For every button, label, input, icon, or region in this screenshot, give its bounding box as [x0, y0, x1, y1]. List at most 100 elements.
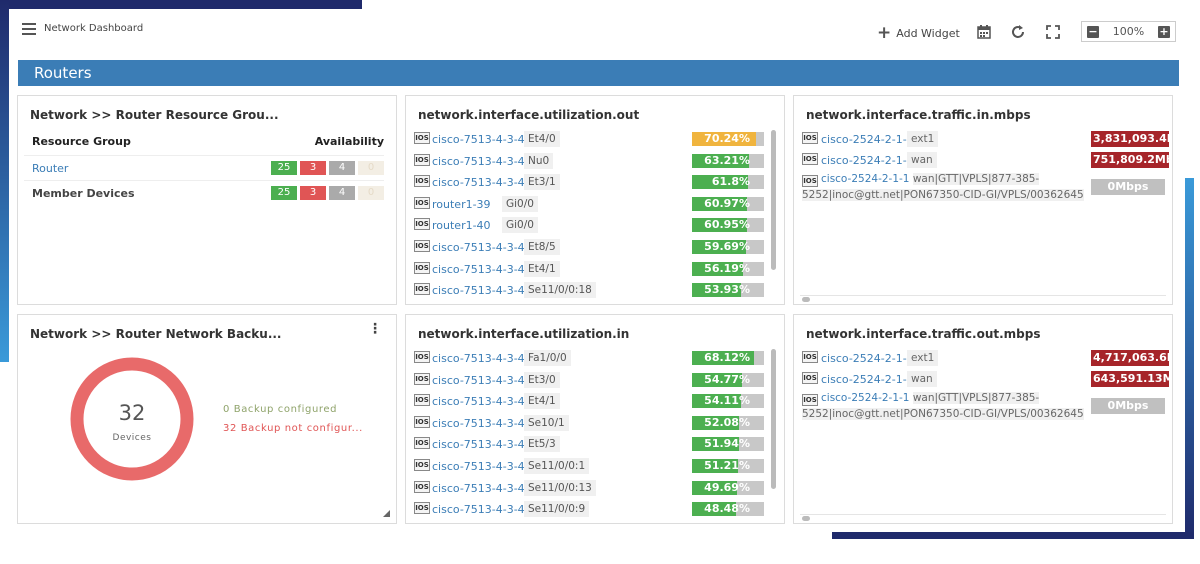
vertical-scrollbar[interactable]: [771, 130, 776, 270]
count-unknown-badge[interactable]: 4: [329, 161, 355, 175]
resource-group-link[interactable]: Router: [32, 162, 68, 175]
device-link[interactable]: cisco-2524-2-1-1: [821, 352, 914, 365]
device-link[interactable]: cisco-7513-4-3-4: [432, 155, 525, 168]
horizontal-scrollbar[interactable]: [800, 295, 1166, 302]
utilization-value: 53.93%: [704, 283, 750, 297]
widget-title: network.interface.traffic.out.mbps: [806, 327, 1041, 341]
device-link[interactable]: router1-40: [432, 219, 491, 232]
device-link[interactable]: cisco-7513-4-3-4: [432, 417, 525, 430]
count-other-badge[interactable]: 0: [358, 161, 384, 175]
add-widget-button[interactable]: + Add Widget: [877, 23, 960, 43]
widget-menu-icon[interactable]: ⋮: [368, 321, 382, 337]
device-link[interactable]: router1-39: [432, 198, 491, 211]
interface-name: Se11/0/0:9: [524, 501, 590, 518]
interface-name: wan: [907, 152, 937, 168]
device-link[interactable]: cisco-2524-2-1-1: [821, 154, 914, 167]
utilization-value: 59.69%: [704, 240, 750, 253]
count-up-badge[interactable]: 25: [271, 161, 297, 175]
ios-device-icon: IOS: [414, 196, 430, 209]
widget-resource-group: Network >> Router Resource Grou... Resou…: [17, 95, 397, 305]
traffic-value: 0Mbps: [1091, 398, 1165, 414]
fullscreen-icon[interactable]: [1045, 24, 1061, 40]
traffic-value: 3,831,093.4Mbps: [1091, 131, 1169, 147]
hamburger-menu-icon[interactable]: [22, 23, 36, 35]
section-title: Routers: [34, 64, 92, 82]
resize-handle[interactable]: [383, 510, 390, 517]
device-link[interactable]: cisco-7513-4-3-4: [432, 133, 525, 146]
interface-row: IOScisco-2524-2-1-1ext1 4,717,063.6Mbps: [802, 348, 1169, 368]
device-link[interactable]: cisco-2524-2-1-1: [821, 133, 914, 146]
ios-device-icon: IOS: [414, 153, 430, 166]
widget-utilization-in: network.interface.utilization.in IOS cisc…: [405, 314, 785, 524]
count-down-badge[interactable]: 3: [300, 186, 326, 200]
traffic-value: 751,809.2Mbps: [1091, 152, 1169, 168]
ios-device-icon: IOS: [414, 459, 430, 471]
ios-device-icon: IOS: [414, 132, 430, 144]
device-link[interactable]: cisco-7513-4-3-4: [432, 503, 525, 516]
interface-name-cont: 5252|inoc@gtt.net|PON67350-CID-GI/VPLS/0…: [802, 408, 1084, 420]
zoom-level: 100%: [1112, 25, 1145, 38]
widget-traffic-out: network.interface.traffic.out.mbps IOS ci…: [793, 314, 1173, 524]
interface-row: IOS cisco-7513-4-3-4 Se11/0/0:1 51.21%: [414, 456, 764, 477]
ios-device-icon: IOS: [414, 480, 430, 493]
interface-name: wan|GTT|VPLS|877-385-: [912, 173, 1040, 185]
count-down-badge[interactable]: 3: [300, 161, 326, 175]
interface-row: IOS cisco-7513-4-3-4 Et3/1 61.8%: [414, 172, 764, 193]
interface-name: Et5/3: [524, 436, 560, 453]
device-link[interactable]: cisco-7513-4-3-4: [432, 176, 525, 189]
device-link[interactable]: cisco-7513-4-3-4: [432, 284, 525, 297]
device-link[interactable]: cisco-7513-4-3-4: [432, 460, 525, 473]
count-unknown-badge[interactable]: 4: [329, 186, 355, 200]
interface-row: IOS cisco-2524-2-1-1 wan|GTT|VPLS|877-385…: [802, 171, 1168, 205]
interface-row: IOS cisco-7513-4-3-4 Se11/0/0:18 53.93%: [414, 280, 764, 301]
ios-device-icon: IOS: [414, 351, 430, 363]
widget-title: network.interface.traffic.in.mbps: [806, 108, 1031, 122]
utilization-value: 51.21%: [704, 459, 750, 472]
utilization-value: 61.8%: [711, 175, 750, 189]
legend-backup-configured[interactable]: 0 Backup configured: [223, 404, 337, 415]
interface-name: Nu0: [524, 152, 554, 169]
plus-icon: +: [877, 23, 892, 43]
interface-row: IOS cisco-7513-4-3-4 Nu0 63.21%: [414, 151, 764, 172]
ios-device-icon: IOS: [414, 372, 430, 385]
interface-row: IOS router1-40 Gi0/0 60.95%: [414, 215, 764, 236]
utilization-bar: 54.77%: [692, 372, 764, 387]
device-link[interactable]: cisco-2524-2-1-1: [821, 392, 909, 404]
device-link[interactable]: cisco-7513-4-3-4: [432, 352, 525, 365]
vertical-scrollbar[interactable]: [771, 349, 776, 489]
widget-title: network.interface.utilization.out: [418, 108, 640, 122]
interface-name: wan: [907, 371, 937, 387]
utilization-value: 63.21%: [704, 153, 750, 167]
utilization-value: 49.69%: [704, 480, 750, 494]
utilization-value: 54.77%: [704, 372, 750, 386]
interface-description: IOS cisco-2524-2-1-1 wan|GTT|VPLS|877-385…: [802, 390, 1087, 422]
donut-count-label: Devices: [112, 433, 152, 443]
backup-donut-chart[interactable]: 32 Devices: [70, 357, 194, 481]
availability-counts: 25 3 4 0: [271, 186, 384, 200]
interface-row: IOS cisco-7513-4-3-4 Et3/0 54.77%: [414, 370, 764, 391]
zoom-out-button[interactable]: −: [1087, 25, 1099, 38]
ios-device-icon: IOS: [414, 415, 430, 428]
device-link[interactable]: cisco-7513-4-3-4: [432, 482, 525, 495]
device-link[interactable]: cisco-2524-2-1-1: [821, 373, 914, 386]
count-up-badge[interactable]: 25: [271, 186, 297, 200]
device-link[interactable]: cisco-7513-4-3-4: [432, 241, 525, 254]
device-link[interactable]: cisco-2524-2-1-1: [821, 173, 909, 185]
utilization-bar: 48.48%: [692, 502, 764, 517]
dashboard-app: Network Dashboard + Add Widget − 100% + …: [9, 9, 1185, 532]
device-link[interactable]: cisco-7513-4-3-4: [432, 263, 525, 276]
count-other-badge[interactable]: 0: [358, 186, 384, 200]
legend-backup-not-configured[interactable]: 32 Backup not configur...: [223, 423, 363, 434]
utilization-value: 56.19%: [704, 261, 750, 275]
refresh-icon[interactable]: [1010, 24, 1026, 40]
device-link[interactable]: cisco-7513-4-3-4: [432, 438, 525, 451]
utilization-value: 48.48%: [704, 502, 750, 516]
horizontal-scrollbar[interactable]: [800, 514, 1166, 521]
zoom-in-button[interactable]: +: [1157, 25, 1170, 38]
device-link[interactable]: cisco-7513-4-3-4: [432, 395, 525, 408]
calendar-icon[interactable]: [976, 24, 992, 40]
device-link[interactable]: cisco-7513-4-3-4: [432, 374, 525, 387]
interface-row: IOS cisco-7513-4-3-4 Et4/0 70.24%: [414, 129, 764, 150]
zoom-control: − 100% +: [1081, 21, 1176, 42]
decor-bottom-line: [832, 532, 1194, 539]
